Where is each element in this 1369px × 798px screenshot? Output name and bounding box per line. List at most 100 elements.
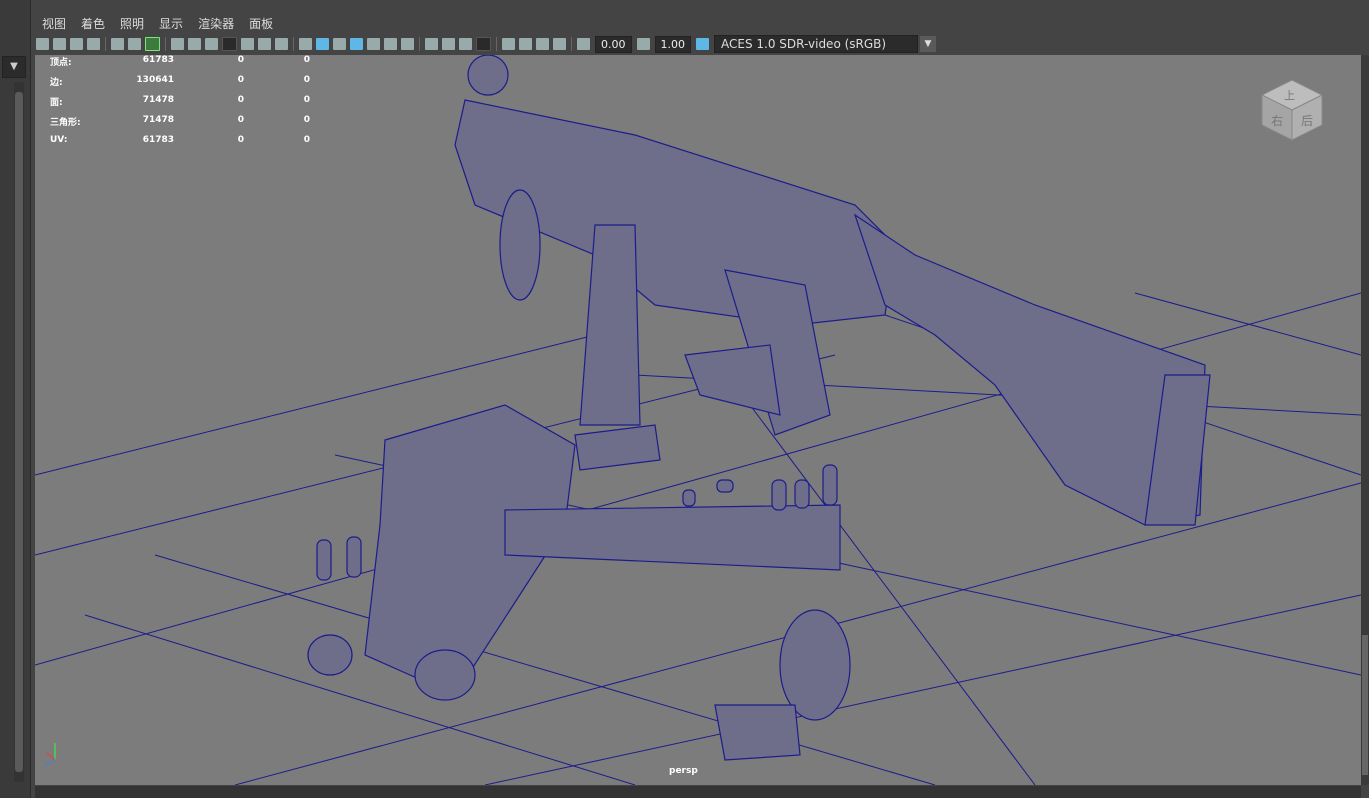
panel-dropdown[interactable]: ▼ bbox=[2, 56, 26, 78]
viewcube-right-label: 右 bbox=[1271, 113, 1283, 128]
axis-x bbox=[46, 752, 56, 761]
grip-base bbox=[714, 704, 801, 761]
panel-toolbar: 0.00 1.00 ACES 1.0 SDR-video (sRGB) ▼ bbox=[34, 34, 1361, 54]
spare-magazine bbox=[684, 344, 781, 416]
viewcube[interactable]: 上 右 后 bbox=[1257, 75, 1327, 145]
screen-space-ao-icon[interactable] bbox=[425, 38, 438, 50]
safe-title-icon[interactable] bbox=[275, 38, 288, 50]
viewcube-top-label: 上 bbox=[1284, 89, 1295, 102]
time-ruler[interactable] bbox=[35, 786, 1361, 798]
gamma-field[interactable]: 1.00 bbox=[654, 35, 691, 53]
wireframe-on-shaded-icon[interactable] bbox=[350, 38, 363, 50]
right-scrollbar[interactable] bbox=[1361, 55, 1369, 785]
view-transform-select[interactable]: ACES 1.0 SDR-video (sRGB) bbox=[714, 35, 918, 53]
shadows-icon[interactable] bbox=[401, 38, 414, 50]
toolbar-separator bbox=[105, 37, 106, 51]
menu-view[interactable]: 视图 bbox=[42, 15, 66, 32]
hud-value: 0 bbox=[303, 135, 310, 145]
cartridge bbox=[794, 479, 810, 509]
select-camera-icon[interactable] bbox=[36, 38, 49, 50]
hud-value: 0 bbox=[237, 75, 244, 85]
resolution-gate-icon[interactable] bbox=[205, 38, 218, 50]
field-chart-icon[interactable] bbox=[241, 38, 254, 50]
cartridge bbox=[822, 464, 838, 506]
hud-value: 0 bbox=[303, 115, 310, 125]
chevron-down-icon[interactable]: ▼ bbox=[920, 36, 936, 52]
grease-pencil-icon[interactable] bbox=[145, 37, 160, 51]
toolbar-separator bbox=[496, 37, 497, 51]
grid-icon[interactable] bbox=[171, 38, 184, 50]
cartridge bbox=[716, 479, 734, 493]
hud-value: 71478 bbox=[142, 115, 174, 125]
lock-camera-icon[interactable] bbox=[53, 38, 66, 50]
camera-name-label: persp bbox=[669, 766, 698, 776]
cartridge bbox=[682, 489, 696, 507]
hud-label: 三角形: bbox=[50, 118, 81, 128]
muzzle bbox=[467, 55, 509, 96]
xray-components-icon[interactable] bbox=[553, 38, 566, 50]
viewport-persp[interactable]: 顶点: 61783 0 0 边: 130641 0 0 面: 71478 0 0… bbox=[35, 55, 1361, 785]
hud-value: 0 bbox=[303, 95, 310, 105]
default-material-icon[interactable] bbox=[333, 38, 346, 50]
hud-value: 0 bbox=[237, 55, 244, 65]
xray-joints-icon[interactable] bbox=[536, 38, 549, 50]
bookmark-icon[interactable] bbox=[87, 38, 100, 50]
exposure-field[interactable]: 0.00 bbox=[595, 35, 632, 53]
magazine bbox=[579, 224, 641, 426]
right-scroll-thumb[interactable] bbox=[1362, 635, 1368, 775]
viewport-scene bbox=[35, 55, 1361, 785]
textured-icon[interactable] bbox=[367, 38, 380, 50]
hud-label: 边: bbox=[50, 78, 63, 88]
exposure-icon[interactable] bbox=[577, 38, 590, 50]
2d-pan-zoom-icon[interactable] bbox=[128, 38, 141, 50]
xray-icon[interactable] bbox=[519, 38, 532, 50]
panel-menubar: 视图 着色 照明 显示 渲染器 面板 bbox=[34, 12, 1361, 34]
foregrip bbox=[499, 189, 541, 301]
menu-lighting[interactable]: 照明 bbox=[120, 15, 144, 32]
hud-value: 0 bbox=[303, 75, 310, 85]
hud-value: 0 bbox=[237, 135, 244, 145]
image-plane-icon[interactable] bbox=[111, 38, 124, 50]
isolate-select-icon[interactable] bbox=[502, 38, 515, 50]
menu-renderer[interactable]: 渲染器 bbox=[198, 15, 234, 32]
hud-value: 130641 bbox=[136, 75, 174, 85]
camera-attributes-icon[interactable] bbox=[70, 38, 83, 50]
foregrip-loose bbox=[779, 609, 851, 721]
barrel-end bbox=[414, 649, 476, 701]
cartridge bbox=[771, 479, 787, 511]
cartridge bbox=[316, 539, 332, 581]
left-panel: ▼ bbox=[0, 0, 31, 798]
hud-label: 顶点: bbox=[50, 58, 72, 68]
wireframe-icon[interactable] bbox=[299, 38, 312, 50]
hud-value: 61783 bbox=[142, 55, 174, 65]
left-scroll-thumb[interactable] bbox=[15, 92, 23, 772]
menu-shading[interactable]: 着色 bbox=[81, 15, 105, 32]
viewcube-back-label: 后 bbox=[1301, 114, 1313, 128]
lights-icon[interactable] bbox=[384, 38, 397, 50]
hud-value: 0 bbox=[303, 55, 310, 65]
hud-value: 0 bbox=[237, 95, 244, 105]
axis-gizmo bbox=[44, 743, 56, 766]
safe-action-icon[interactable] bbox=[258, 38, 271, 50]
grid-line bbox=[484, 594, 1361, 785]
hud-value: 0 bbox=[237, 115, 244, 125]
motion-blur-icon[interactable] bbox=[442, 38, 455, 50]
toolbar-separator bbox=[419, 37, 420, 51]
smooth-shade-icon[interactable] bbox=[316, 38, 329, 50]
hud-value: 61783 bbox=[142, 135, 174, 145]
magazine-loose bbox=[574, 424, 661, 471]
menu-show[interactable]: 显示 bbox=[159, 15, 183, 32]
menu-panels[interactable]: 面板 bbox=[249, 15, 273, 32]
color-management-icon[interactable] bbox=[696, 38, 709, 50]
gate-mask-icon[interactable] bbox=[222, 37, 237, 51]
multisample-aa-icon[interactable] bbox=[459, 38, 472, 50]
film-gate-icon[interactable] bbox=[188, 38, 201, 50]
toolbar-separator bbox=[165, 37, 166, 51]
sling-loop bbox=[307, 634, 353, 676]
gamma-icon[interactable] bbox=[636, 38, 650, 50]
depth-of-field-icon[interactable] bbox=[476, 37, 491, 51]
smg-disassembled bbox=[307, 404, 851, 761]
axis-z bbox=[44, 759, 56, 766]
hud-label: UV: bbox=[50, 135, 68, 145]
stock-tube bbox=[504, 504, 841, 571]
